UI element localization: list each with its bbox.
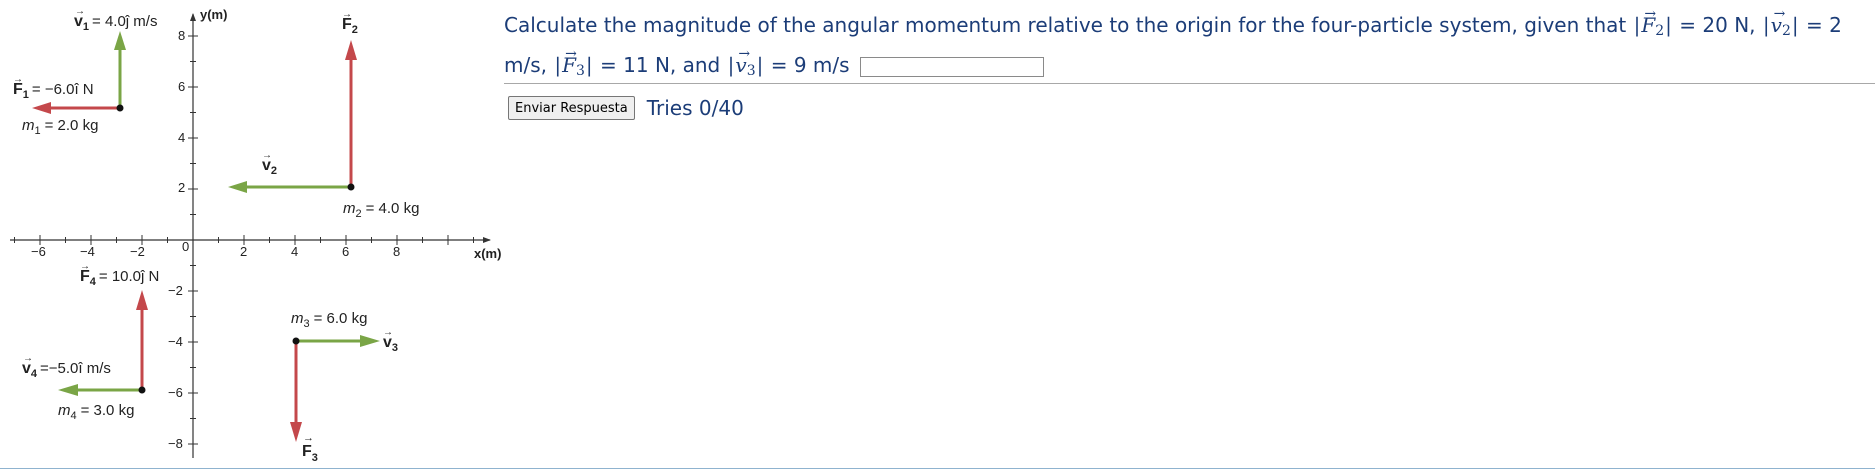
particle-system-figure: x(m) y(m) 0 −6 −4 −2 2 4 6 8 8 6 4 2 −2 …	[10, 6, 501, 464]
tries-counter: Tries 0/40	[646, 96, 744, 120]
x-tick-label: 4	[291, 244, 298, 259]
F3-magnitude-symbol: | → F3|	[554, 46, 593, 79]
y-tick-label: 4	[178, 130, 185, 145]
m3-label: m3 = 6.0 kg	[291, 310, 367, 330]
y-tick-label: −8	[168, 436, 183, 451]
bottom-divider	[0, 468, 1875, 469]
F4-vector-arrow: →	[80, 261, 90, 272]
y-axis-label: y(m)	[200, 7, 227, 22]
F2-arrow-head	[345, 40, 357, 60]
y-tick-label: 6	[178, 79, 185, 94]
y-tick-label: 2	[178, 180, 185, 195]
x-tick-label: −4	[80, 244, 95, 259]
x-tick-label: −2	[130, 244, 145, 259]
v1-label: v1 = 4.0ĵ m/s	[74, 13, 157, 33]
particle-m3	[292, 337, 300, 345]
v4-arrow-head	[58, 384, 78, 396]
F4-arrow-head	[136, 290, 148, 310]
v2-arrow-head	[228, 181, 247, 193]
submit-answer-button[interactable]: Enviar Respuesta	[508, 96, 635, 120]
submit-row: Enviar Respuesta Tries 0/40	[508, 96, 744, 120]
divider	[504, 83, 1875, 84]
v1-arrow-head	[114, 31, 126, 50]
x-tick-labels: −6 −4 −2 2 4 6 8	[31, 244, 400, 259]
question-prompt: Calculate the magnitude of the angular m…	[504, 13, 1627, 37]
m1-label: m1 = 2.0 kg	[22, 117, 98, 137]
y-tick-label: 8	[178, 28, 185, 43]
v2-vector-arrow: →	[262, 150, 272, 161]
F2-magnitude-symbol: | → F2|	[1633, 6, 1672, 39]
origin-label: 0	[182, 239, 189, 254]
particle-m1	[116, 104, 124, 112]
answer-input[interactable]	[859, 56, 1044, 77]
y-tick-label: −6	[168, 385, 183, 400]
v2-magnitude-symbol: | → v2|	[1762, 6, 1799, 39]
F3-arrow-head	[290, 422, 302, 442]
m4-label: m4 = 3.0 kg	[58, 402, 134, 422]
x-tick-label: 2	[240, 244, 247, 259]
v4-label: v4 =−5.0î m/s	[22, 360, 111, 380]
particle-m2	[347, 183, 355, 191]
F4-label: F4 = 10.0ĵ N	[80, 268, 159, 288]
F2-value: = 20 N,	[1679, 13, 1756, 37]
v1-vector-arrow: →	[75, 6, 85, 17]
F2-vector-arrow: →	[342, 9, 352, 20]
F3-vector-arrow: →	[303, 432, 314, 444]
x-axis-label: x(m)	[474, 246, 501, 261]
m2-label: m2 = 4.0 kg	[343, 200, 419, 220]
v3-magnitude-symbol: | → v3|	[727, 46, 764, 79]
v3-vector-arrow: →	[383, 327, 393, 338]
question-text: Calculate the magnitude of the angular m…	[504, 6, 1864, 88]
F1-label: F1 = −6.0î N	[13, 81, 94, 101]
y-tick-label: −4	[168, 334, 183, 349]
F1-vector-arrow: →	[13, 74, 23, 85]
F1-arrow-head	[32, 102, 51, 114]
x-tick-label: 6	[342, 244, 349, 259]
x-tick-label: −6	[31, 244, 46, 259]
F3-label: F3	[302, 443, 318, 464]
y-tick-label: −2	[168, 283, 183, 298]
v4-vector-arrow: →	[23, 353, 33, 364]
v3-arrow-head	[360, 335, 380, 347]
particle-m4	[138, 386, 146, 394]
x-tick-label: 8	[393, 244, 400, 259]
F3-value: = 11 N, and	[600, 53, 721, 77]
v3-value: = 9 m/s	[770, 53, 850, 77]
